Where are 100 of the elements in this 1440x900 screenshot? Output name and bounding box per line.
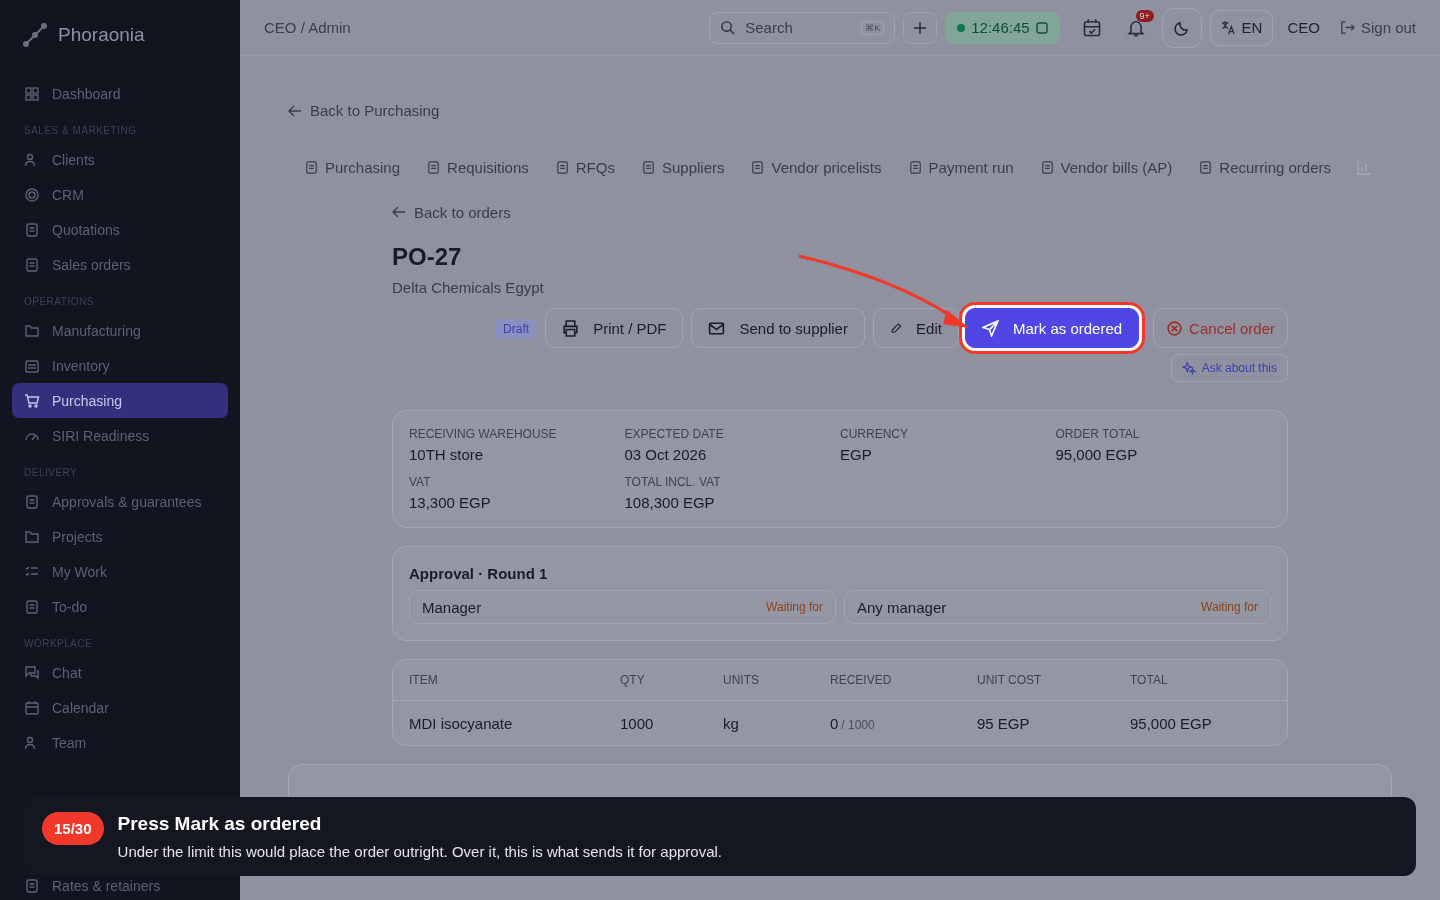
sidebar-item[interactable]: Chat: [12, 655, 228, 690]
moon-icon: [1173, 19, 1190, 36]
approver-name: Any manager: [857, 598, 947, 616]
sidebar-item[interactable]: Sales orders: [12, 247, 228, 282]
tab[interactable]: Vendor pricelists: [750, 159, 882, 176]
mail-icon: [708, 319, 726, 337]
clock-time: 12:46:45: [971, 19, 1030, 36]
field-value: EGP: [840, 446, 873, 463]
archive-icon: [24, 357, 40, 374]
user-name[interactable]: CEO: [1287, 19, 1320, 36]
clock-pill[interactable]: 12:46:45: [945, 11, 1060, 44]
square-icon: [1035, 21, 1048, 34]
arrow-left-icon: [288, 103, 302, 118]
add-button[interactable]: [903, 11, 938, 44]
column-header: QTY: [620, 673, 646, 687]
logo-icon: [22, 22, 48, 48]
sparkle-icon: [1181, 361, 1196, 375]
approval-status: Waiting for: [1201, 600, 1258, 614]
cancel-icon: [1166, 319, 1184, 337]
action-button[interactable]: Send to supplier: [691, 308, 865, 348]
send-icon: [981, 319, 999, 337]
column-header: UNIT COST: [977, 673, 1043, 687]
tour-text: Under the limit this would place the order outright. Over it, this is what sends it for approval.: [117, 843, 722, 860]
field-label: TOTAL INCL. VAT: [624, 475, 722, 489]
sidebar-item[interactable]: To-do: [12, 589, 228, 624]
sign-out-button[interactable]: Sign out: [1339, 19, 1416, 36]
tab[interactable]: Suppliers: [640, 159, 725, 176]
shortcut-hint: ⌘K: [861, 20, 885, 35]
calendar-icon[interactable]: [1081, 17, 1102, 38]
arrow-left-icon: [392, 205, 406, 219]
action-button[interactable]: Cancel order: [1153, 308, 1288, 348]
exit-icon: [1339, 20, 1355, 35]
folder-icon: [24, 528, 40, 545]
supplier-name: Delta Chemicals Egypt: [392, 279, 545, 296]
tab[interactable]: Requisitions: [426, 159, 529, 176]
approval-title: Approval · Round 1: [409, 565, 549, 582]
field-value: 10TH store: [409, 446, 485, 463]
sidebar-item[interactable]: Clients: [12, 142, 228, 177]
sidebar-item[interactable]: Manufacturing: [12, 313, 228, 348]
notification-badge: 9+: [1135, 9, 1154, 22]
document-icon: [554, 160, 570, 175]
sidebar-item[interactable]: CRM: [12, 177, 228, 212]
field-label: ORDER TOTAL: [1055, 427, 1141, 441]
sidebar-item[interactable]: Inventory: [12, 348, 228, 383]
table-cell-text: MDI isocyanate: [409, 714, 514, 732]
tab[interactable]: RFQs: [554, 159, 615, 176]
back-link[interactable]: Back to orders: [392, 203, 511, 221]
column-header: RECEIVED: [830, 673, 893, 687]
column-header: UNITS: [723, 673, 760, 687]
breadcrumb: CEO / Admin: [264, 19, 351, 36]
search-field[interactable]: Search ⌘K: [709, 11, 896, 44]
theme-toggle[interactable]: [1161, 7, 1202, 48]
field-value: 13,300 EGP: [409, 494, 492, 511]
approver-name: Manager: [422, 598, 482, 616]
calendar-icon: [24, 699, 40, 716]
field-value: 03 Oct 2026: [624, 446, 708, 463]
grid-icon: [24, 85, 40, 102]
sidebar-item[interactable]: Purchasing: [12, 383, 228, 418]
table-cell-text: 95,000 EGP: [1130, 714, 1213, 732]
sidebar-item[interactable]: Calendar: [12, 690, 228, 725]
table-cell-text: kg: [723, 714, 740, 732]
table-cell-text: 1000: [620, 714, 655, 732]
field-label: VAT: [409, 475, 432, 489]
tab[interactable]: Vendor bills (AP): [1039, 159, 1173, 176]
order-title: PO-27: [392, 243, 463, 271]
translate-icon: [1220, 20, 1236, 35]
action-button[interactable]: Print / PDF: [545, 308, 684, 348]
table-cell-text: 95 EGP: [977, 714, 1031, 732]
chat-icon: [24, 664, 40, 681]
sidebar-item[interactable]: Rates & retainers: [12, 876, 228, 900]
tour-title: Press Mark as ordered: [117, 813, 323, 835]
sidebar-item[interactable]: SIRI Readiness: [12, 418, 228, 453]
language-button[interactable]: EN: [1209, 9, 1274, 46]
tab[interactable]: Recurring orders: [1198, 159, 1332, 176]
sidebar-item[interactable]: My Work: [12, 554, 228, 589]
search-input[interactable]: Search: [743, 18, 854, 37]
document-icon: [24, 493, 40, 510]
sidebar-item[interactable]: Approvals & guarantees: [12, 484, 228, 519]
tab[interactable]: Purchasing: [304, 159, 401, 176]
sidebar-item[interactable]: Quotations: [12, 212, 228, 247]
column-header: TOTAL: [1130, 673, 1169, 687]
sidebar-item[interactable]: Dashboard: [12, 76, 228, 111]
printer-icon: [562, 319, 580, 337]
target-icon: [24, 186, 40, 203]
back-link[interactable]: Back to Purchasing: [288, 102, 440, 119]
document-icon: [24, 221, 40, 238]
field-label: EXPECTED DATE: [624, 427, 725, 441]
approval-status: Waiting for: [766, 600, 823, 614]
status-badge: Draft: [495, 319, 538, 339]
ask-ai-button[interactable]: Ask about this: [1170, 354, 1288, 382]
status-dot-icon: [957, 23, 966, 32]
table-cell: 0: [830, 714, 839, 732]
received-of: / 1000: [841, 717, 875, 732]
field-value: 108,300 EGP: [624, 494, 716, 511]
sidebar-item[interactable]: Team: [12, 725, 228, 760]
column-header: ITEM: [409, 673, 439, 687]
field-label: RECEIVING WAREHOUSE: [409, 427, 558, 441]
sidebar-item[interactable]: Projects: [12, 519, 228, 554]
field-value: 95,000 EGP: [1055, 446, 1139, 463]
tab[interactable]: Payment run: [907, 159, 1014, 176]
